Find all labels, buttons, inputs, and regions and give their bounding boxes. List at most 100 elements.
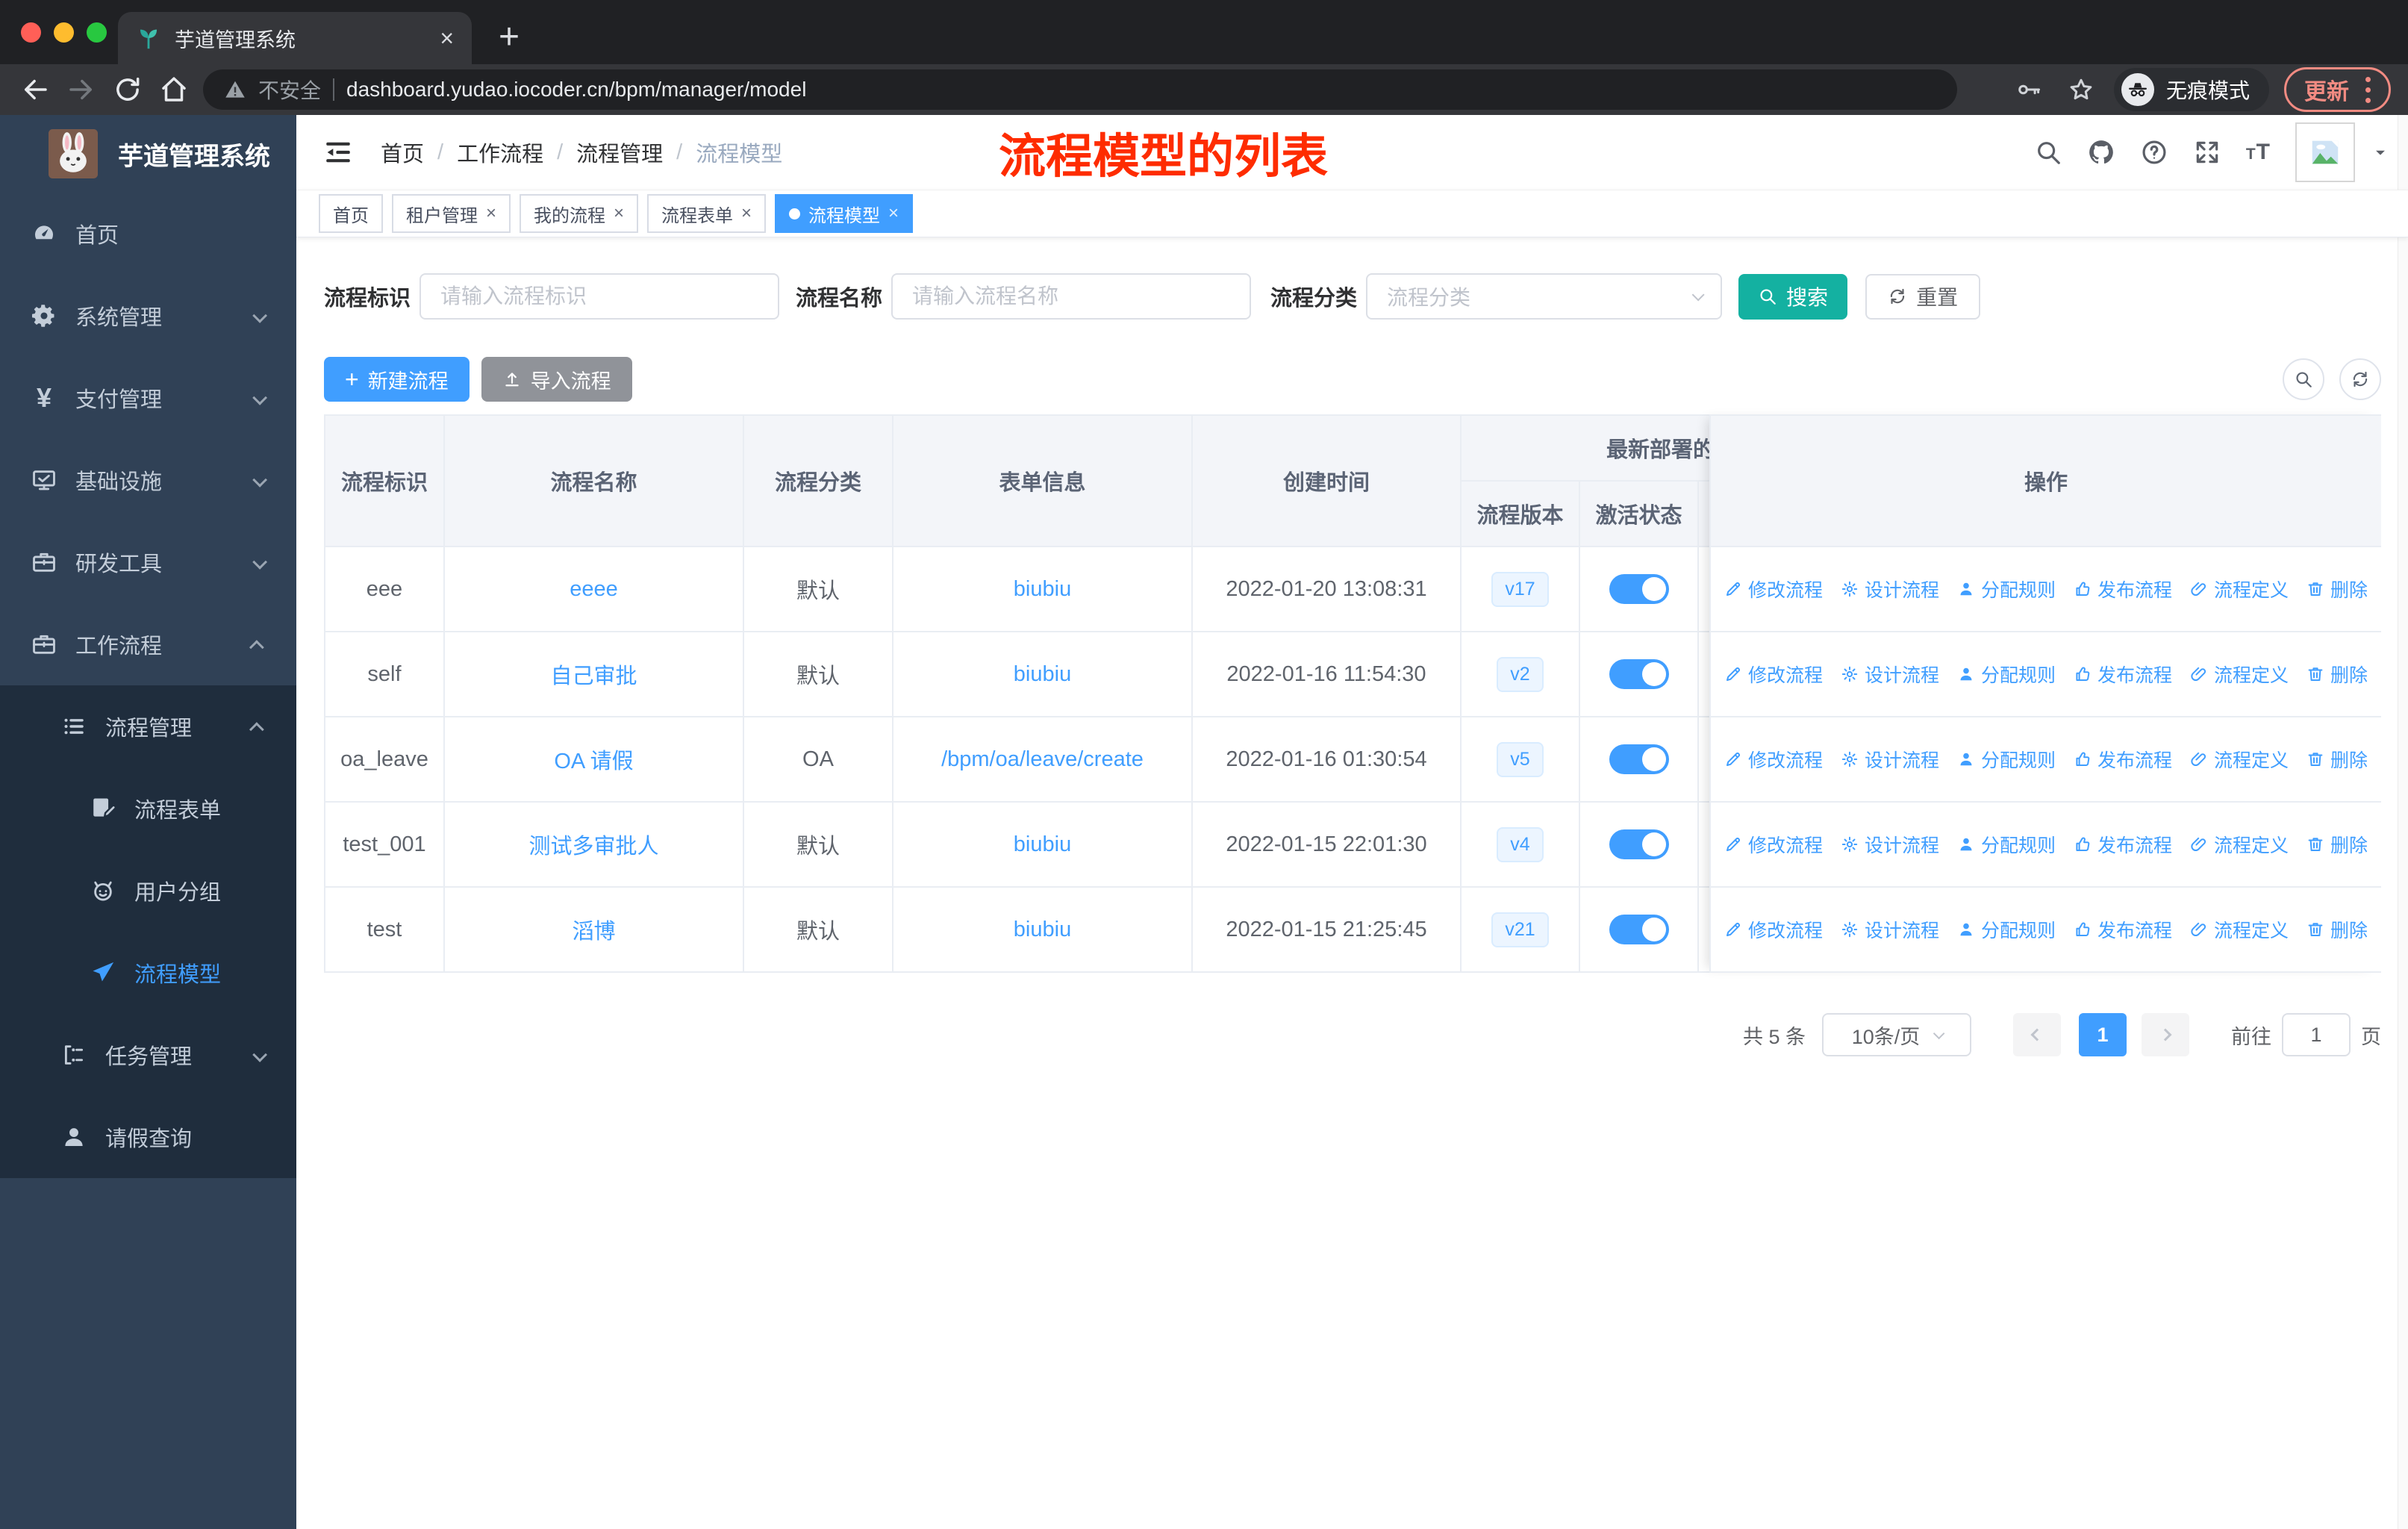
form-link[interactable]: biubiu — [1014, 832, 1071, 857]
process-name-link[interactable]: OA 请假 — [554, 744, 633, 775]
browser-tab[interactable]: 芋道管理系统 × — [118, 12, 472, 64]
tag-close-icon[interactable]: × — [888, 205, 899, 222]
action-流程定义[interactable]: 流程定义 — [2190, 746, 2289, 773]
help-icon[interactable] — [2140, 138, 2168, 166]
process-name-link[interactable]: 自己审批 — [550, 658, 637, 690]
bookmark-star-icon[interactable] — [2068, 76, 2094, 103]
action-修改流程[interactable]: 修改流程 — [1724, 576, 1823, 602]
show-search-button[interactable] — [2283, 358, 2324, 400]
zoom-window-button[interactable] — [87, 22, 107, 43]
action-设计流程[interactable]: 设计流程 — [1841, 746, 1939, 773]
action-分配规则[interactable]: 分配规则 — [1957, 746, 2056, 773]
action-流程定义[interactable]: 流程定义 — [2190, 831, 2289, 858]
close-window-button[interactable] — [21, 22, 41, 43]
action-设计流程[interactable]: 设计流程 — [1841, 916, 1939, 943]
sidebar-item-infra[interactable]: 基础设施 — [0, 439, 296, 521]
create-process-button[interactable]: + 新建流程 — [324, 357, 470, 402]
active-toggle[interactable] — [1609, 829, 1669, 859]
action-删除[interactable]: 删除 — [2306, 916, 2368, 943]
avatar[interactable] — [2295, 122, 2355, 182]
browser-menu-icon[interactable] — [2365, 76, 2371, 103]
active-toggle[interactable] — [1609, 744, 1669, 774]
sidebar-item-process-manage[interactable]: 流程管理 — [0, 685, 296, 767]
not-secure-warning-icon[interactable] — [224, 78, 246, 101]
scrollbar[interactable] — [2398, 115, 2408, 1529]
active-toggle[interactable] — [1609, 659, 1669, 689]
action-设计流程[interactable]: 设计流程 — [1841, 831, 1939, 858]
sidebar-item-process-model[interactable]: 流程模型 — [0, 932, 296, 1014]
active-toggle[interactable] — [1609, 915, 1669, 944]
tag-租户管理[interactable]: 租户管理 × — [392, 194, 511, 233]
sidebar-logo[interactable]: 芋道管理系统 — [0, 115, 296, 193]
sidebar-item-workflow[interactable]: 工作流程 — [0, 603, 296, 685]
action-发布流程[interactable]: 发布流程 — [2074, 576, 2172, 602]
breadcrumb-item[interactable]: 首页 — [381, 137, 424, 168]
action-设计流程[interactable]: 设计流程 — [1841, 661, 1939, 688]
next-page-button[interactable] — [2142, 1013, 2189, 1056]
goto-page-input[interactable] — [2282, 1013, 2351, 1056]
tag-close-icon[interactable]: × — [486, 205, 496, 222]
filter-category-select[interactable]: 流程分类 — [1366, 273, 1723, 320]
form-link[interactable]: biubiu — [1014, 577, 1071, 602]
prev-page-button[interactable] — [2013, 1013, 2061, 1056]
filter-id-input[interactable] — [419, 273, 780, 320]
tag-我的流程[interactable]: 我的流程 × — [520, 194, 639, 233]
tag-流程模型[interactable]: 流程模型 × — [775, 194, 914, 233]
action-删除[interactable]: 删除 — [2306, 661, 2368, 688]
process-name-link[interactable]: 测试多审批人 — [528, 829, 658, 860]
tab-close-icon[interactable]: × — [440, 26, 454, 50]
avatar-caret-icon[interactable] — [2372, 144, 2389, 161]
action-分配规则[interactable]: 分配规则 — [1957, 576, 2056, 602]
sidebar-item-task-manage[interactable]: 任务管理 — [0, 1014, 296, 1096]
action-流程定义[interactable]: 流程定义 — [2190, 576, 2289, 602]
action-发布流程[interactable]: 发布流程 — [2074, 916, 2172, 943]
hamburger-icon[interactable] — [322, 137, 354, 168]
action-发布流程[interactable]: 发布流程 — [2074, 746, 2172, 773]
action-分配规则[interactable]: 分配规则 — [1957, 831, 2056, 858]
action-流程定义[interactable]: 流程定义 — [2190, 661, 2289, 688]
back-icon[interactable] — [19, 74, 51, 105]
filter-name-input[interactable] — [891, 273, 1252, 320]
github-icon[interactable] — [2087, 138, 2115, 166]
action-修改流程[interactable]: 修改流程 — [1724, 916, 1823, 943]
search-icon[interactable] — [2034, 138, 2062, 166]
font-size-icon[interactable]: TT — [2246, 140, 2271, 165]
action-修改流程[interactable]: 修改流程 — [1724, 831, 1823, 858]
browser-update-button[interactable]: 更新 — [2284, 67, 2392, 112]
form-link[interactable]: biubiu — [1014, 918, 1071, 942]
action-修改流程[interactable]: 修改流程 — [1724, 746, 1823, 773]
process-name-link[interactable]: 滔博 — [572, 914, 615, 945]
page-size-select[interactable]: 10条/页 — [1822, 1013, 1971, 1056]
sidebar-item-leave-query[interactable]: 请假查询 — [0, 1096, 296, 1178]
action-删除[interactable]: 删除 — [2306, 746, 2368, 773]
action-删除[interactable]: 删除 — [2306, 831, 2368, 858]
action-设计流程[interactable]: 设计流程 — [1841, 576, 1939, 602]
action-流程定义[interactable]: 流程定义 — [2190, 916, 2289, 943]
reset-button[interactable]: 重置 — [1865, 273, 1981, 320]
fullscreen-icon[interactable] — [2193, 138, 2221, 166]
breadcrumb-item[interactable]: 工作流程 — [457, 137, 543, 168]
minimize-window-button[interactable] — [54, 22, 74, 43]
sidebar-item-payment[interactable]: ¥ 支付管理 — [0, 357, 296, 439]
refresh-table-button[interactable] — [2339, 358, 2381, 400]
tag-close-icon[interactable]: × — [741, 205, 752, 222]
process-name-link[interactable]: eeee — [570, 577, 618, 602]
breadcrumb-item[interactable]: 流程管理 — [576, 137, 663, 168]
tag-close-icon[interactable]: × — [614, 205, 624, 222]
new-tab-button[interactable]: + — [499, 16, 520, 57]
action-发布流程[interactable]: 发布流程 — [2074, 831, 2172, 858]
sidebar-item-process-form[interactable]: 流程表单 — [0, 767, 296, 850]
sidebar-item-system[interactable]: 系统管理 — [0, 275, 296, 357]
tag-首页[interactable]: 首页 — [319, 194, 383, 233]
url-bar[interactable]: 不安全 dashboard.yudao.iocoder.cn/bpm/manag… — [203, 69, 1957, 110]
action-删除[interactable]: 删除 — [2306, 576, 2368, 602]
action-分配规则[interactable]: 分配规则 — [1957, 916, 2056, 943]
form-link[interactable]: biubiu — [1014, 662, 1071, 687]
password-key-icon[interactable] — [2015, 76, 2042, 103]
sidebar-item-devtools[interactable]: 研发工具 — [0, 521, 296, 603]
import-process-button[interactable]: 导入流程 — [481, 357, 632, 402]
action-发布流程[interactable]: 发布流程 — [2074, 661, 2172, 688]
action-分配规则[interactable]: 分配规则 — [1957, 661, 2056, 688]
forward-icon[interactable] — [66, 74, 97, 105]
sidebar-item-user-group[interactable]: 用户分组 — [0, 850, 296, 932]
